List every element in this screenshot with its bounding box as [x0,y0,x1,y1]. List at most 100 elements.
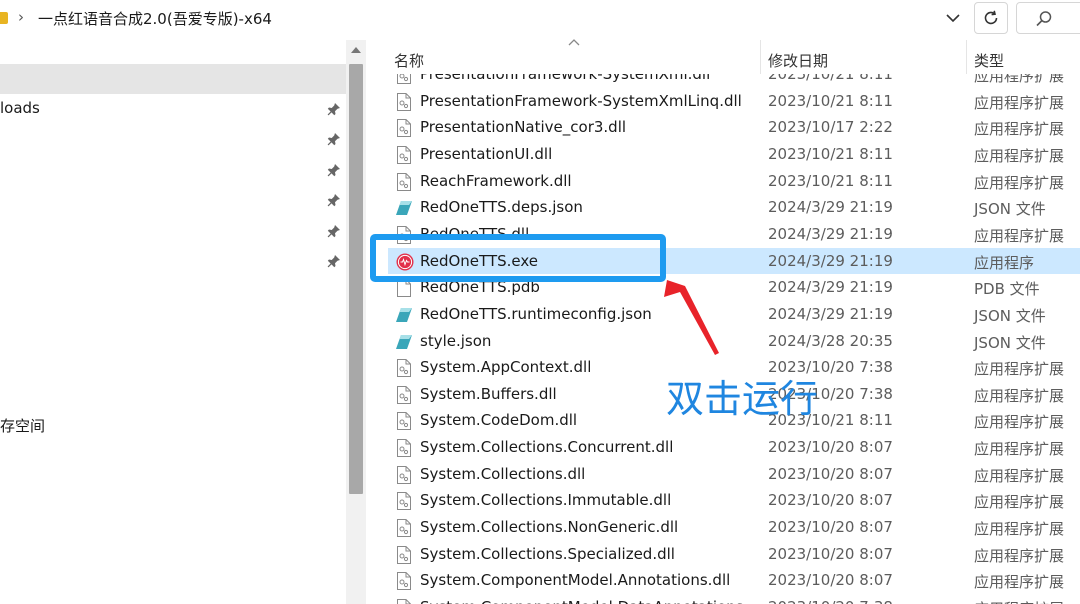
file-name: RedOneTTS.deps.json [420,198,583,217]
file-name: System.CodeDom.dll [420,411,578,430]
file-type: JSON 文件 [974,333,1046,352]
refresh-icon [984,10,998,25]
file-type: 应用程序扩展 [974,226,1065,245]
file-date: 2024/3/28 20:35 [768,331,893,350]
file-row[interactable]: System.Collections.Concurrent.dll 2023/10… [388,434,1080,461]
nav-item-quick-access-6[interactable] [0,246,346,276]
file-date: 2023/10/21 8:11 [768,91,893,110]
breadcrumb-chevron-icon[interactable]: › [18,8,24,26]
file-type: 应用程序扩展 [974,173,1065,192]
file-row[interactable]: System.Collections.Specialized.dll 2023/1… [388,541,1080,568]
pin-icon[interactable] [326,131,342,147]
nav-item-downloads[interactable]: loads [0,94,346,124]
file-name: System.Collections.Immutable.dll [420,491,672,510]
highlight-box [370,234,666,282]
file-row[interactable]: RedOneTTS.runtimeconfig.json 2024/3/29 21… [388,301,1080,328]
pin-icon[interactable] [326,162,342,178]
pin-icon[interactable] [326,192,342,208]
file-row[interactable]: PresentationUI.dll 2023/10/21 8:11 应用程序扩展 [388,141,1080,168]
dll-file-icon [396,545,412,564]
dll-file-icon [396,145,412,164]
file-type: 应用程序扩展 [974,493,1065,512]
file-row[interactable]: style.json 2024/3/28 20:35 JSON 文件 [388,328,1080,355]
dll-file-icon [396,412,412,431]
nav-item-storage[interactable]: 存空间 [0,410,346,440]
file-name: System.Collections.Specialized.dll [420,544,675,563]
column-divider[interactable] [966,40,967,74]
search-icon [1035,10,1053,28]
file-row[interactable]: System.Collections.Immutable.dll 2023/10/… [388,487,1080,514]
chevron-down-icon [946,14,960,23]
file-name: PresentationNative_cor3.dll [420,118,627,137]
file-name: PresentationFramework-SystemXmlLinq.dll [420,91,742,110]
file-row[interactable]: System.Collections.dll 2023/10/20 8:07 应用程… [388,461,1080,488]
column-divider[interactable] [760,40,761,74]
dll-file-icon [396,74,412,84]
file-name: PresentationFramework-SystemXml.dll [420,74,711,83]
address-history-button[interactable] [940,6,966,30]
file-date: 2024/3/29 21:19 [768,278,893,297]
nav-scrollbar-thumb[interactable] [349,64,363,494]
file-row[interactable]: System.ComponentModel.Annotations.dll 202… [388,567,1080,594]
file-date: 2023/10/20 8:07 [768,491,893,510]
column-header-type[interactable]: 类型 [974,50,1004,71]
file-type: 应用程序扩展 [974,120,1065,139]
file-type: 应用程序扩展 [974,546,1065,565]
file-name: System.AppContext.dll [420,358,592,377]
file-row[interactable]: System.ComponentModel.DataAnnotations 202… [388,594,1080,604]
nav-item-label: loads [0,99,40,117]
json-file-icon [396,306,412,324]
refresh-button[interactable] [974,2,1008,34]
sort-ascending-icon [568,39,580,46]
breadcrumb-current-folder[interactable]: 一点红语音合成2.0(吾爱专版)-x64 [38,8,272,29]
file-date: 2023/10/20 8:07 [768,438,893,457]
file-row[interactable]: RedOneTTS.deps.json 2024/3/29 21:19 JSON 文… [388,194,1080,221]
file-date: 2023/10/21 8:11 [768,171,893,190]
search-input[interactable] [1016,2,1080,34]
file-date: 2023/10/20 8:07 [768,518,893,537]
file-row[interactable]: ReachFramework.dll 2023/10/21 8:11 应用程序扩展 [388,168,1080,195]
file-type: 应用程序扩展 [974,520,1065,539]
file-name: ReachFramework.dll [420,171,572,190]
nav-scrollbar[interactable] [346,40,366,604]
nav-item-quick-access-5[interactable] [0,216,346,246]
file-date: 2023/10/17 2:22 [768,118,893,137]
file-row[interactable]: PresentationFramework-SystemXml.dll 2023/… [388,74,1080,88]
column-header-name[interactable]: 名称 [394,50,424,71]
file-row[interactable]: System.Collections.NonGeneric.dll 2023/10… [388,514,1080,541]
file-row[interactable]: PresentationFramework-SystemXmlLinq.dll 2… [388,88,1080,115]
file-name: System.Buffers.dll [420,384,557,403]
dll-file-icon [396,119,412,138]
file-date: 2023/10/20 8:07 [768,544,893,563]
file-name: System.ComponentModel.DataAnnotations [420,598,743,604]
column-header-date[interactable]: 修改日期 [768,50,828,71]
file-date: 2024/3/29 21:19 [768,198,893,217]
pin-icon[interactable] [326,223,342,239]
nav-item-quick-access-4[interactable] [0,185,346,215]
file-date: 2023/10/20 8:07 [768,464,893,483]
column-header-row: 名称 修改日期 类型 [366,39,1080,74]
address-bar-row: › 一点红语音合成2.0(吾爱专版)-x64 [0,0,1080,38]
file-row[interactable]: PresentationNative_cor3.dll 2023/10/17 2:… [388,114,1080,141]
pin-icon[interactable] [326,253,342,269]
file-type: JSON 文件 [974,306,1046,325]
dll-file-icon [396,385,412,404]
nav-item-quick-access-2[interactable] [0,124,346,154]
dll-file-icon [396,572,412,591]
nav-item-quick-access-3[interactable] [0,155,346,185]
nav-selected-item[interactable] [0,64,346,94]
dll-file-icon [396,359,412,378]
folder-icon [0,12,8,24]
file-type: 应用程序 [974,253,1035,272]
pin-icon[interactable] [326,101,342,117]
file-name: style.json [420,331,492,350]
scroll-up-arrow-icon[interactable] [350,46,362,54]
dll-file-icon [396,465,412,484]
nav-item-label: 存空间 [0,417,46,435]
dll-file-icon [396,492,412,511]
file-name: RedOneTTS.runtimeconfig.json [420,304,652,323]
file-date: 2024/3/29 21:19 [768,224,893,243]
file-type: 应用程序扩展 [974,440,1065,459]
file-type: 应用程序扩展 [974,573,1065,592]
file-name: System.ComponentModel.Annotations.dll [420,571,731,590]
